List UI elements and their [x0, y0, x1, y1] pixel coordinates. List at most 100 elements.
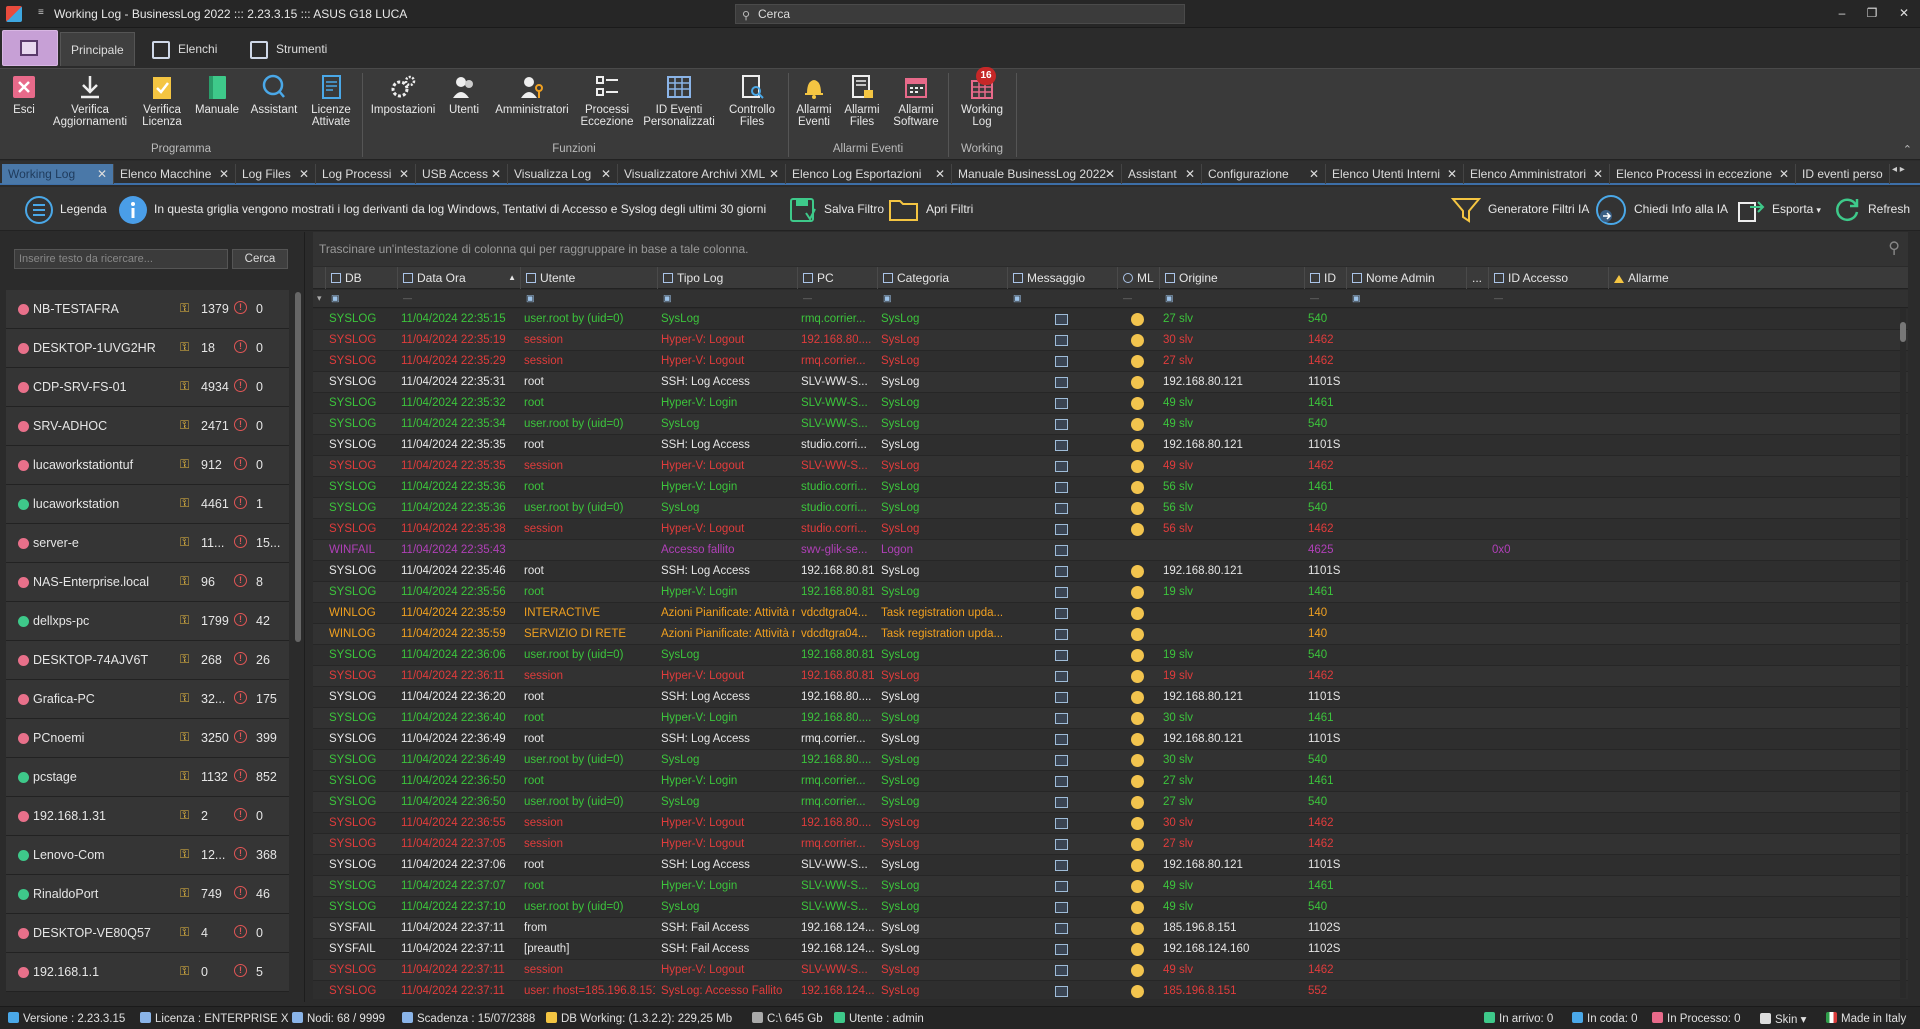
pin-icon[interactable]: [313, 267, 325, 289]
message-icon[interactable]: [1055, 797, 1068, 808]
machine-item[interactable]: SRV-ADHOC ⚿ 2471! 0: [6, 407, 289, 446]
column-filter[interactable]: ▣: [1013, 293, 1022, 304]
column-header[interactable]: PC: [797, 267, 877, 289]
table-row[interactable]: SYSLOG 11/04/2024 22:35:15 user.root by (u…: [313, 309, 1908, 330]
close-icon[interactable]: ✕: [97, 164, 107, 184]
machine-item[interactable]: 192.168.1.31 ⚿ 2! 0: [6, 797, 289, 836]
table-row[interactable]: SYSLOG 11/04/2024 22:36:40 root Hyper-V: Lo…: [313, 708, 1908, 729]
exception-processes-button[interactable]: Processi Eccezione: [578, 73, 636, 128]
machine-item[interactable]: RinaldoPort ⚿ 749! 46: [6, 875, 289, 914]
title-search-input[interactable]: ⚲ Cerca: [735, 4, 1185, 24]
table-row[interactable]: WINLOG 11/04/2024 22:35:59 INTERACTIVE Azio…: [313, 603, 1908, 624]
column-header[interactable]: ...: [1466, 267, 1488, 289]
close-icon[interactable]: ✕: [1105, 164, 1115, 184]
filter-icon[interactable]: ▾: [317, 293, 322, 304]
minimize-button[interactable]: –: [1830, 4, 1854, 22]
close-icon[interactable]: ✕: [299, 164, 309, 184]
message-icon[interactable]: [1055, 335, 1068, 346]
machine-item[interactable]: PCnoemi ⚿ 3250! 399: [6, 719, 289, 758]
doc-tab[interactable]: Configurazione ✕: [1202, 164, 1326, 184]
active-licenses-button[interactable]: Licenze Attivate: [306, 73, 356, 128]
column-filter[interactable]: —: [803, 293, 812, 303]
message-icon[interactable]: [1055, 671, 1068, 682]
machine-item[interactable]: NAS-Enterprise.local ⚿ 96! 8: [6, 563, 289, 602]
message-icon[interactable]: [1055, 314, 1068, 325]
export-button[interactable]: Esporta ▾: [1736, 193, 1821, 225]
message-icon[interactable]: [1055, 482, 1068, 493]
tabs-scroll-icon[interactable]: ◂ ▸: [1892, 164, 1905, 175]
message-icon[interactable]: [1055, 965, 1068, 976]
column-filter[interactable]: ▣: [1352, 293, 1361, 304]
message-icon[interactable]: [1055, 503, 1068, 514]
tab-strumenti[interactable]: Strumenti: [250, 32, 327, 66]
users-button[interactable]: Utenti: [444, 73, 484, 116]
message-icon[interactable]: [1055, 608, 1068, 619]
table-row[interactable]: SYSLOG 11/04/2024 22:35:38 session Hyper-V:…: [313, 519, 1908, 540]
working-log-button[interactable]: 16 Working Log: [954, 67, 1010, 128]
message-icon[interactable]: [1055, 755, 1068, 766]
doc-tab[interactable]: USB Access ✕: [416, 164, 508, 184]
doc-tab[interactable]: ID eventi perso: [1796, 164, 1890, 184]
message-icon[interactable]: [1055, 692, 1068, 703]
machine-item[interactable]: DESKTOP-74AJV6T ⚿ 268! 26: [6, 641, 289, 680]
close-icon[interactable]: ✕: [1447, 164, 1457, 184]
machine-item[interactable]: DESKTOP-1UVG2HR ⚿ 18! 0: [6, 329, 289, 368]
table-row[interactable]: SYSLOG 11/04/2024 22:37:11 user: rhost=185…: [313, 981, 1908, 999]
machine-item[interactable]: Grafica-PC ⚿ 32...! 175: [6, 680, 289, 719]
machine-search-button[interactable]: Cerca: [232, 249, 288, 269]
table-row[interactable]: SYSLOG 11/04/2024 22:36:11 session Hyper-V:…: [313, 666, 1908, 687]
message-icon[interactable]: [1055, 629, 1068, 640]
restore-button[interactable]: ❐: [1860, 4, 1884, 22]
table-row[interactable]: SYSLOG 11/04/2024 22:36:06 user.root by (u…: [313, 645, 1908, 666]
column-header[interactable]: Tipo Log: [657, 267, 797, 289]
table-row[interactable]: SYSLOG 11/04/2024 22:36:50 user.root by (u…: [313, 792, 1908, 813]
column-header[interactable]: DB: [325, 267, 397, 289]
table-row[interactable]: SYSLOG 11/04/2024 22:36:49 user.root by (u…: [313, 750, 1908, 771]
manual-button[interactable]: Manuale: [192, 73, 242, 116]
column-header[interactable]: Messaggio: [1007, 267, 1117, 289]
table-row[interactable]: WINLOG 11/04/2024 22:35:59 SERVIZIO DI RET…: [313, 624, 1908, 645]
close-icon[interactable]: ✕: [399, 164, 409, 184]
column-header[interactable]: Data Ora ▲: [397, 267, 522, 289]
assistant-button[interactable]: Assistant: [248, 73, 300, 116]
open-filters-button[interactable]: Apri Filtri: [888, 193, 973, 225]
doc-tab[interactable]: Assistant ✕: [1122, 164, 1202, 184]
file-alarms-button[interactable]: Allarmi Files: [840, 73, 884, 128]
message-icon[interactable]: [1055, 776, 1068, 787]
table-row[interactable]: SYSLOG 11/04/2024 22:35:31 root SSH: Log Ac…: [313, 372, 1908, 393]
close-icon[interactable]: ✕: [219, 164, 229, 184]
message-icon[interactable]: [1055, 713, 1068, 724]
ai-info-button[interactable]: Chiedi Info alla IA: [1594, 193, 1728, 225]
table-row[interactable]: SYSLOG 11/04/2024 22:36:49 root SSH: Log Ac…: [313, 729, 1908, 750]
column-header[interactable]: ID: [1304, 267, 1346, 289]
exit-button[interactable]: Esci: [6, 73, 42, 116]
doc-tab[interactable]: Elenco Macchine ✕: [114, 164, 236, 184]
column-filter[interactable]: ▣: [1165, 293, 1174, 304]
close-icon[interactable]: ✕: [1309, 164, 1319, 184]
machine-item[interactable]: DESKTOP-VE80Q57 ⚿ 4! 0: [6, 914, 289, 953]
machine-item[interactable]: lucaworkstationtuf ⚿ 912! 0: [6, 446, 289, 485]
message-icon[interactable]: [1055, 902, 1068, 913]
message-icon[interactable]: [1055, 734, 1068, 745]
close-icon[interactable]: ✕: [491, 164, 501, 184]
file-control-button[interactable]: Controllo Files: [724, 73, 780, 128]
message-icon[interactable]: [1055, 419, 1068, 430]
message-icon[interactable]: [1055, 377, 1068, 388]
message-icon[interactable]: [1055, 461, 1068, 472]
message-icon[interactable]: [1055, 839, 1068, 850]
machine-item[interactable]: Lenovo-Com ⚿ 12...! 368: [6, 836, 289, 875]
table-row[interactable]: SYSFAIL 11/04/2024 22:37:11 from SSH: Fail …: [313, 918, 1908, 939]
table-row[interactable]: SYSLOG 11/04/2024 22:35:19 session Hyper-V:…: [313, 330, 1908, 351]
machine-item[interactable]: dellxps-pc ⚿ 1799! 42: [6, 602, 289, 641]
administrators-button[interactable]: Amministratori: [492, 73, 572, 116]
group-by-panel[interactable]: Trascinare un'intestazione di colonna qu…: [313, 232, 1908, 266]
machine-item[interactable]: pcstage ⚿ 1132! 852: [6, 758, 289, 797]
machine-item[interactable]: CDP-SRV-FS-01 ⚿ 4934! 0: [6, 368, 289, 407]
column-filter[interactable]: —: [1310, 293, 1319, 303]
table-row[interactable]: SYSLOG 11/04/2024 22:37:05 session Hyper-V:…: [313, 834, 1908, 855]
table-row[interactable]: SYSLOG 11/04/2024 22:35:56 root Hyper-V: Lo…: [313, 582, 1908, 603]
doc-tab[interactable]: Log Files ✕: [236, 164, 316, 184]
machine-search-input[interactable]: Inserire testo da ricercare...: [14, 249, 228, 269]
close-icon[interactable]: ✕: [601, 164, 611, 184]
message-icon[interactable]: [1055, 356, 1068, 367]
